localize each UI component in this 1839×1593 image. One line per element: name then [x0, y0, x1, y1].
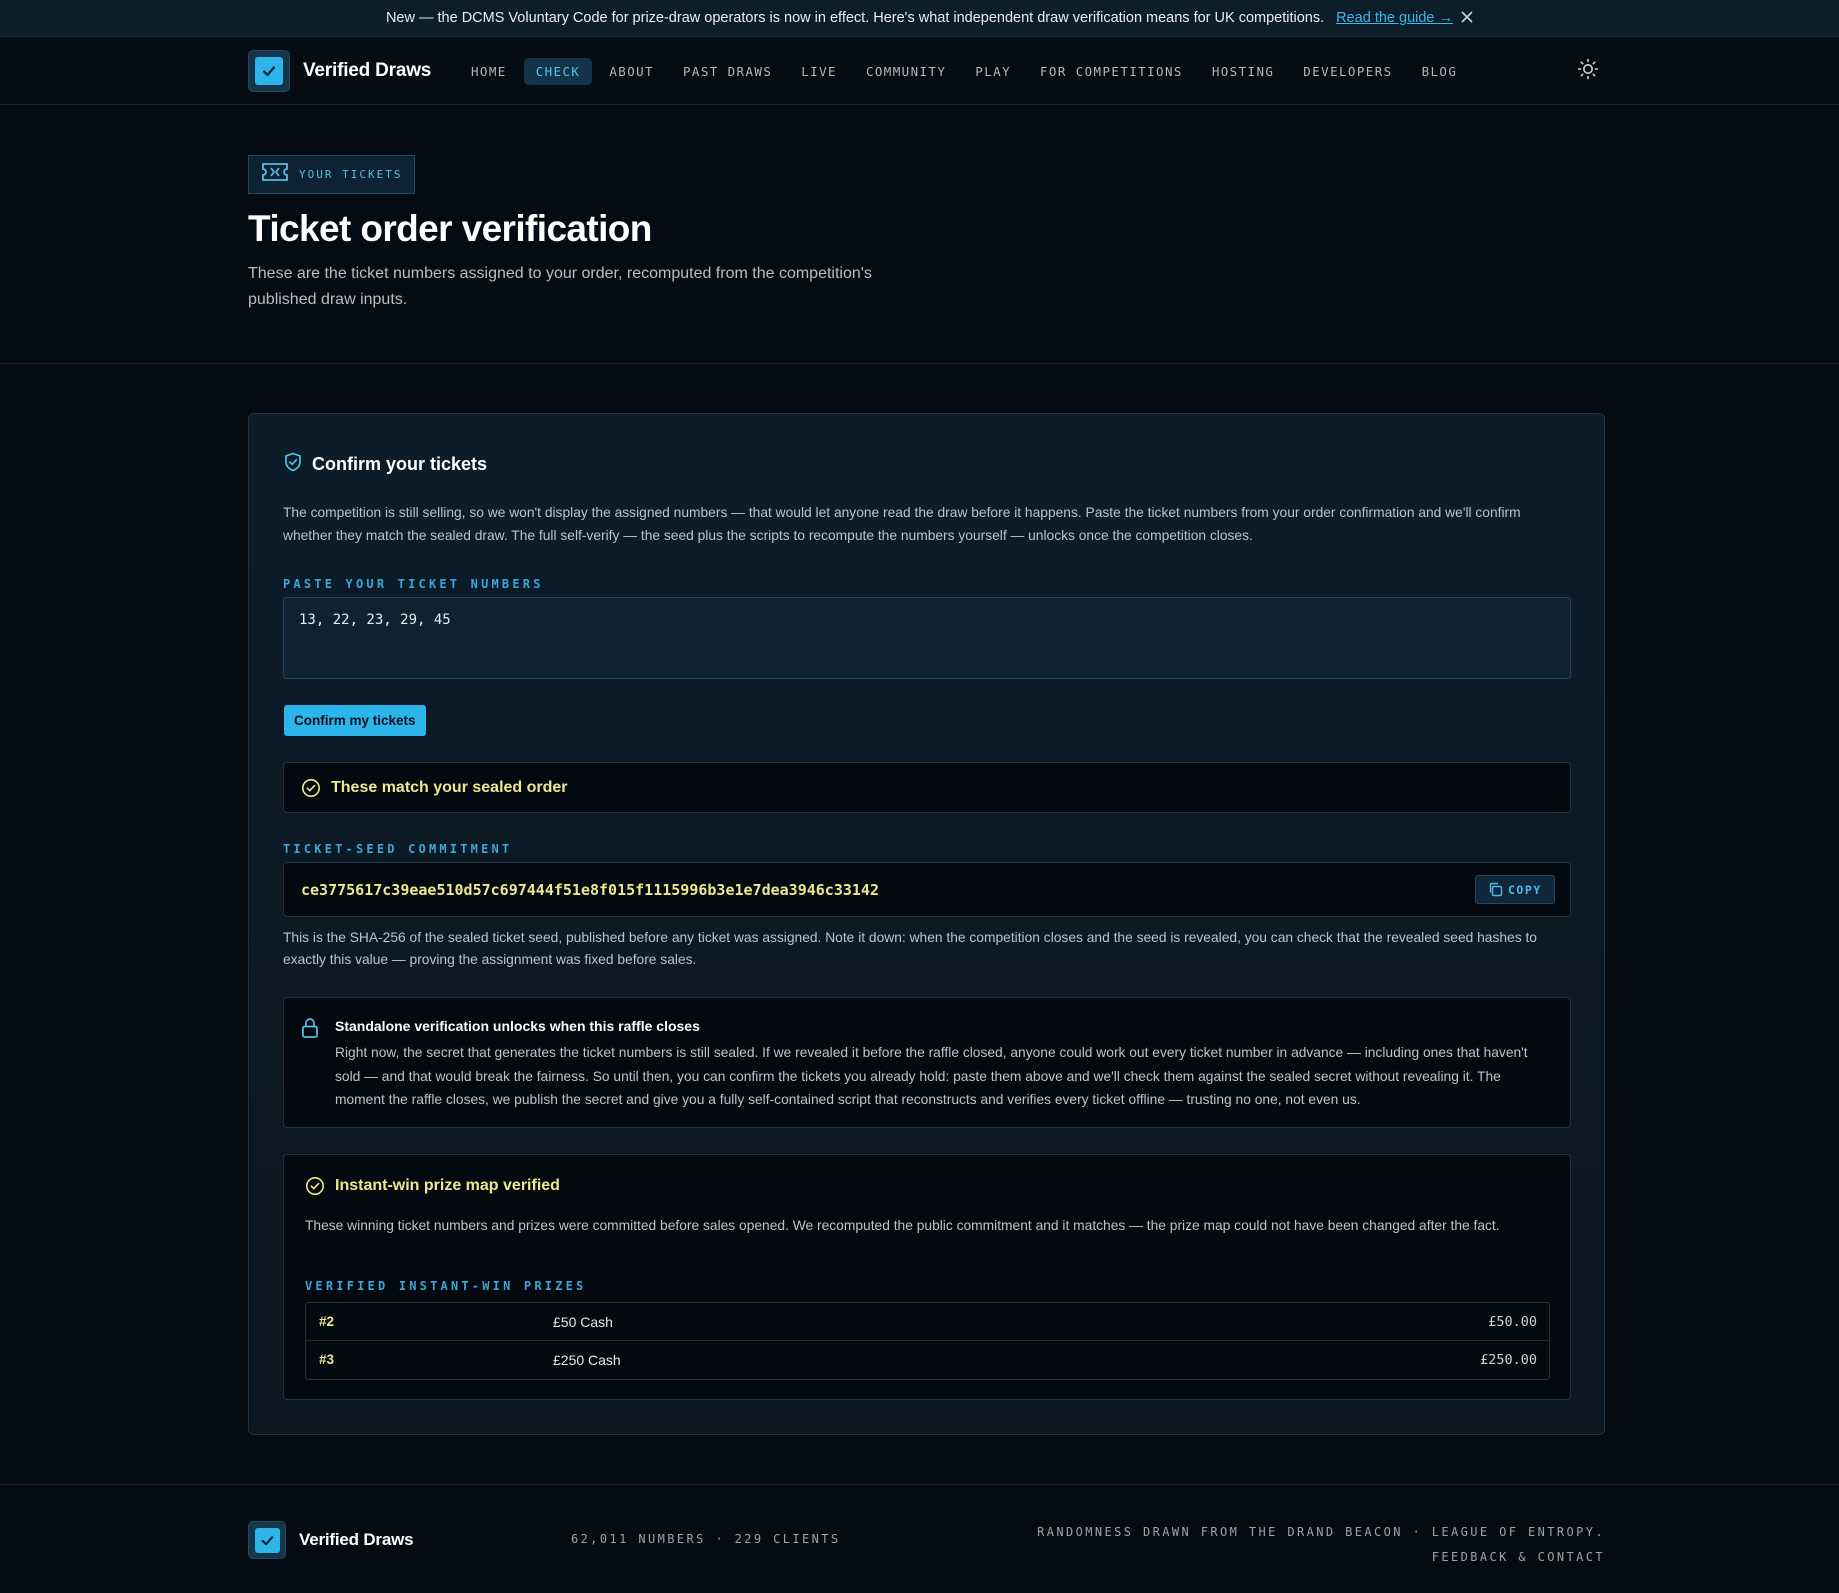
- lock-icon: [301, 1017, 319, 1044]
- prize-amount: £50.00: [1488, 1314, 1537, 1330]
- footer-right: RANDOMNESS DRAWN FROM THE DRAND BEACON ·…: [1037, 1520, 1605, 1570]
- confirm-tickets-card: Confirm your tickets The competition is …: [248, 413, 1605, 1435]
- prize-map-header: Instant-win prize map verified: [305, 1176, 560, 1196]
- prize-name: £50 Cash: [553, 1314, 613, 1330]
- lock-body: Right now, the secret that generates the…: [335, 1045, 1528, 1107]
- prize-ticket-number: #2: [319, 1314, 335, 1329]
- nav-home[interactable]: HOME: [459, 58, 519, 85]
- check-logo-icon: [248, 1521, 286, 1559]
- nav-developers[interactable]: DEVELOPERS: [1291, 58, 1404, 85]
- tag-label: YOUR TICKETS: [299, 168, 403, 181]
- standalone-verification-notice: Standalone verification unlocks when thi…: [283, 997, 1571, 1128]
- nav-for-competitions[interactable]: FOR COMPETITIONS: [1028, 58, 1195, 85]
- page-title: Ticket order verification: [248, 208, 652, 249]
- prize-map-description: These winning ticket numbers and prizes …: [305, 1218, 1500, 1233]
- prize-map-title: Instant-win prize map verified: [335, 1177, 560, 1194]
- lock-title: Standalone verification unlocks when thi…: [335, 1018, 700, 1034]
- match-result-text: These match your sealed order: [331, 778, 568, 796]
- nav-blog[interactable]: BLOG: [1410, 58, 1470, 85]
- nav-play[interactable]: PLAY: [963, 58, 1023, 85]
- ticket-icon: [261, 162, 289, 187]
- copy-icon: [1488, 882, 1503, 897]
- announcement-message: New — the DCMS Voluntary Code for prize-…: [385, 10, 1325, 26]
- page-subtitle: These are the ticket numbers assigned to…: [248, 265, 872, 308]
- card-header: Confirm your tickets: [284, 452, 487, 477]
- prize-map-panel: Instant-win prize map verified These win…: [283, 1154, 1571, 1400]
- brand-logo[interactable]: Verified Draws: [248, 50, 431, 92]
- nav-live[interactable]: LIVE: [789, 58, 849, 85]
- footer-stats: 62,011 NUMBERS · 229 CLIENTS: [571, 1532, 841, 1546]
- read-guide-link[interactable]: Read the guide →: [1336, 10, 1453, 26]
- prize-name: £250 Cash: [553, 1352, 621, 1368]
- nav-about[interactable]: ABOUT: [597, 58, 666, 85]
- commitment-box: ce3775617c39eae510d57c697444f51e8f015f11…: [283, 862, 1571, 917]
- brand-name: Verified Draws: [303, 60, 432, 81]
- prize-amount: £250.00: [1480, 1352, 1537, 1368]
- footer-brand-name: Verified Draws: [299, 1530, 414, 1549]
- nav-check[interactable]: CHECK: [523, 58, 593, 85]
- check-circle-icon: [305, 1176, 325, 1196]
- nav-hosting[interactable]: HOSTING: [1200, 58, 1286, 85]
- top-nav: Verified Draws HOME CHECK ABOUT PAST DRA…: [0, 37, 1839, 105]
- copy-label: COPY: [1508, 882, 1542, 897]
- commitment-note: This is the SHA-256 of the sealed ticket…: [283, 930, 1537, 967]
- hero-section: YOUR TICKETS Ticket order verification T…: [0, 105, 1839, 364]
- match-result-banner: These match your sealed order: [283, 762, 1571, 813]
- commitment-label: TICKET-SEED COMMITMENT: [283, 842, 513, 856]
- nav-community[interactable]: COMMUNITY: [854, 58, 958, 85]
- table-row: #2 £50 Cash £50.00: [306, 1303, 1549, 1341]
- announcement-bar: New — the DCMS Voluntary Code for prize-…: [0, 0, 1839, 37]
- prize-ticket-number: #3: [319, 1352, 335, 1367]
- table-row: #3 £250 Cash £250.00: [306, 1341, 1549, 1379]
- nav-past-draws[interactable]: PAST DRAWS: [671, 58, 784, 85]
- ticket-numbers-input[interactable]: 13, 22, 23, 29, 45: [283, 597, 1571, 679]
- card-description: The competition is still selling, so we …: [283, 505, 1521, 543]
- prize-table: #2 £50 Cash £50.00 #3 £250 Cash £250.00: [305, 1302, 1550, 1380]
- copy-button[interactable]: COPY: [1475, 875, 1555, 904]
- shield-check-icon: [284, 452, 302, 477]
- section-tag: YOUR TICKETS: [248, 155, 416, 194]
- commitment-hash: ce3775617c39eae510d57c697444f51e8f015f11…: [301, 881, 879, 899]
- footer: Verified Draws 62,011 NUMBERS · 229 CLIE…: [0, 1484, 1839, 1593]
- sun-icon[interactable]: [1576, 57, 1600, 81]
- ticket-input-label: PASTE YOUR TICKET NUMBERS: [283, 577, 544, 591]
- card-title: Confirm your tickets: [312, 454, 488, 474]
- prize-table-label: VERIFIED INSTANT-WIN PRIZES: [305, 1279, 587, 1293]
- check-circle-icon: [301, 778, 321, 798]
- randomness-source: RANDOMNESS DRAWN FROM THE DRAND BEACON ·…: [1037, 1525, 1605, 1539]
- confirm-tickets-button[interactable]: Confirm my tickets: [284, 705, 426, 736]
- nav-links: HOME CHECK ABOUT PAST DRAWS LIVE COMMUNI…: [459, 58, 1474, 85]
- feedback-contact-link[interactable]: FEEDBACK & CONTACT: [1037, 1545, 1605, 1570]
- check-logo-icon: [248, 50, 290, 92]
- footer-brand-logo[interactable]: Verified Draws: [248, 1521, 414, 1559]
- close-icon[interactable]: [1458, 9, 1476, 27]
